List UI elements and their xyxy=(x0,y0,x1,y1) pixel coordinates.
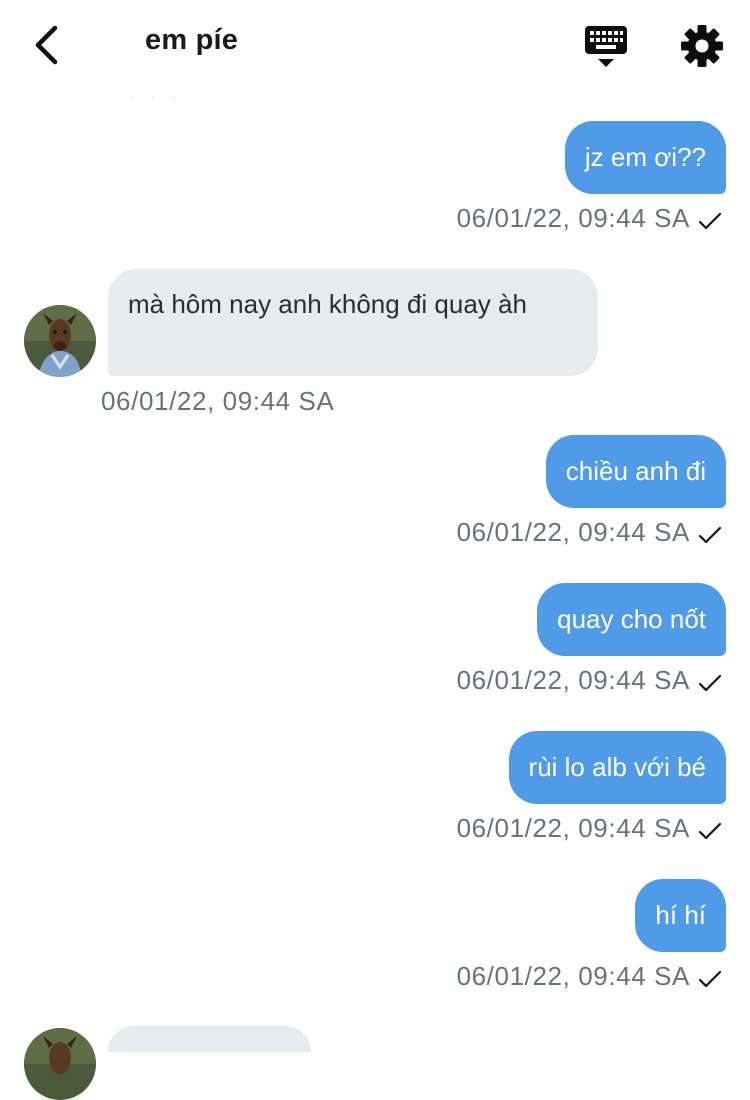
contact-avatar[interactable] xyxy=(24,305,96,377)
checkmark-icon xyxy=(698,970,722,988)
incoming-message-bubble[interactable]: mà hôm nay anh không đi quay àh xyxy=(108,269,598,376)
keyboard-icon xyxy=(585,26,627,67)
back-button[interactable] xyxy=(24,20,68,70)
outgoing-message-bubble[interactable]: chiều anh đi xyxy=(545,435,726,508)
message-timestamp: 06/01/22, 09:44 SA xyxy=(456,813,690,843)
scrolled-message-fragment: · · · xyxy=(130,88,182,102)
message-timestamp: 06/01/22, 09:44 SA xyxy=(456,665,690,695)
outgoing-message-bubble[interactable]: rùi lo alb với bé xyxy=(508,731,726,804)
checkmark-icon xyxy=(698,526,722,544)
message-timestamp: 06/01/22, 09:44 SA xyxy=(456,203,690,233)
checkmark-icon xyxy=(698,212,722,230)
outgoing-message-bubble[interactable]: quay cho nốt xyxy=(537,583,726,656)
contact-avatar[interactable] xyxy=(24,1028,96,1100)
keyboard-button[interactable] xyxy=(582,24,630,70)
chat-header: em píe xyxy=(0,0,750,92)
outgoing-message-bubble[interactable]: hí hí xyxy=(635,879,726,952)
dog-avatar-image xyxy=(24,1028,96,1100)
checkmark-icon xyxy=(698,822,722,840)
checkmark-icon xyxy=(698,674,722,692)
outgoing-message-bubble[interactable]: jz em ơi?? xyxy=(564,121,726,194)
dog-avatar-image xyxy=(24,305,96,377)
message-timestamp: 06/01/22, 09:44 SA xyxy=(456,961,690,991)
settings-button[interactable] xyxy=(680,24,724,68)
chevron-left-icon xyxy=(35,25,58,65)
gear-icon xyxy=(681,25,723,67)
chat-title: em píe xyxy=(145,24,239,56)
message-timestamp: 06/01/22, 09:44 SA xyxy=(101,386,335,416)
message-timestamp: 06/01/22, 09:44 SA xyxy=(456,517,690,547)
incoming-message-bubble[interactable] xyxy=(108,1026,311,1052)
